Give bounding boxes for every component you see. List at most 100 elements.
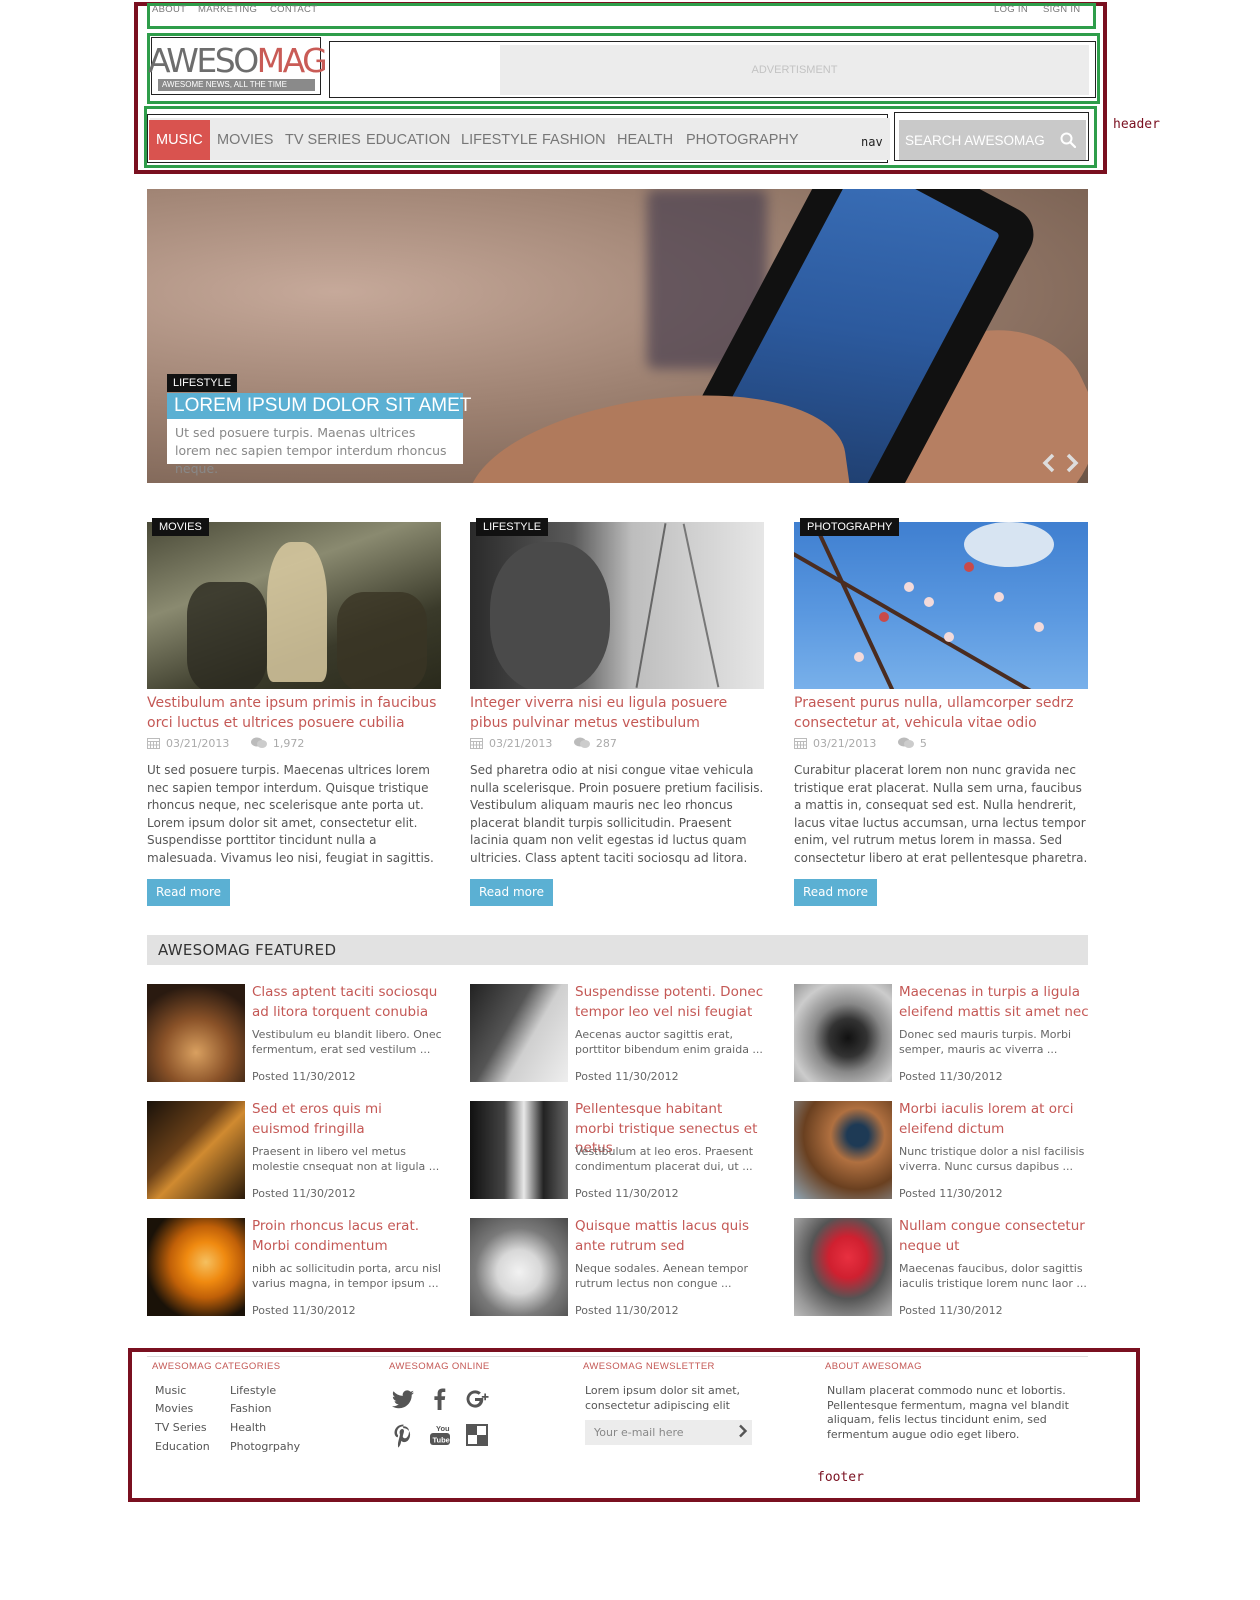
slider-next-icon[interactable] bbox=[1065, 453, 1079, 473]
featured-date: Posted 11/30/2012 bbox=[575, 1304, 679, 1317]
featured-title[interactable]: Nullam congue consectetur neque ut bbox=[899, 1217, 1089, 1256]
google-plus-icon[interactable] bbox=[464, 1386, 490, 1412]
footer-category-link[interactable]: Education bbox=[155, 1440, 210, 1453]
featured-title[interactable]: Morbi iaculis lorem at orci eleifend dic… bbox=[899, 1100, 1089, 1139]
article-category-badge[interactable]: LIFESTYLE bbox=[476, 518, 549, 536]
nav-annotation-label: nav bbox=[861, 135, 883, 149]
article-image-lifestyle[interactable] bbox=[470, 522, 764, 689]
nav-item-movies[interactable]: MOVIES bbox=[217, 120, 273, 160]
hero-category-badge[interactable]: LIFESTYLE bbox=[167, 374, 238, 392]
read-more-button[interactable]: Read more bbox=[470, 879, 554, 906]
twitter-icon[interactable] bbox=[390, 1386, 416, 1412]
featured-date: Posted 11/30/2012 bbox=[899, 1187, 1003, 1200]
article-image-movies[interactable] bbox=[147, 522, 441, 689]
search-icon[interactable] bbox=[1060, 132, 1076, 148]
delicious-icon[interactable] bbox=[464, 1422, 490, 1448]
featured-excerpt: Donec sed mauris turpis. Morbi semper, m… bbox=[899, 1028, 1072, 1056]
nav-item-health[interactable]: HEALTH bbox=[617, 120, 673, 160]
featured-excerpt: nibh ac sollicitudin porta, arcu nisl va… bbox=[252, 1262, 441, 1290]
footer-category-link[interactable]: Health bbox=[230, 1421, 266, 1434]
footer-category-link[interactable]: Lifestyle bbox=[230, 1384, 276, 1397]
newsletter-email-input[interactable] bbox=[585, 1420, 733, 1445]
facebook-icon[interactable] bbox=[427, 1386, 453, 1412]
featured-title[interactable]: Quisque mattis lacus quis ante rutrum se… bbox=[575, 1217, 765, 1256]
featured-excerpt: Nunc tristique dolor a nisl facilisis vi… bbox=[899, 1145, 1085, 1173]
footer-category-link[interactable]: TV Series bbox=[155, 1421, 207, 1434]
article-meta: 03/21/2013 287 bbox=[470, 737, 617, 753]
top-link-contact[interactable]: CONTACT bbox=[270, 4, 317, 15]
logo-wordmark-part2: MAG bbox=[256, 41, 328, 80]
comments-icon bbox=[897, 737, 914, 748]
pinterest-icon[interactable] bbox=[390, 1422, 416, 1448]
article-date: 03/21/2013 bbox=[813, 737, 877, 750]
search-input[interactable] bbox=[899, 120, 1049, 160]
featured-title[interactable]: Suspendisse potenti. Donec tempor leo ve… bbox=[575, 983, 765, 1022]
youtube-icon[interactable]: You Tube bbox=[427, 1422, 453, 1448]
featured-title[interactable]: Maecenas in turpis a ligula eleifend mat… bbox=[899, 983, 1089, 1022]
featured-date: Posted 11/30/2012 bbox=[252, 1070, 356, 1083]
article-excerpt: Sed pharetra odio at nisi congue vitae v… bbox=[470, 763, 764, 865]
footer-newsletter-heading: AWESOMAG NEWSLETTER bbox=[583, 1361, 715, 1372]
featured-date: Posted 11/30/2012 bbox=[252, 1304, 356, 1317]
article-category-badge[interactable]: PHOTOGRAPHY bbox=[800, 518, 900, 536]
calendar-icon bbox=[794, 738, 807, 749]
nav-item-lifestyle[interactable]: LIFESTYLE bbox=[461, 120, 538, 160]
top-link-marketing[interactable]: MARKETING bbox=[198, 4, 257, 15]
featured-title[interactable]: Sed et eros quis mi euismod fringilla bbox=[252, 1100, 442, 1139]
calendar-icon bbox=[147, 738, 160, 749]
featured-title[interactable]: Class aptent taciti sociosqu ad litora t… bbox=[252, 983, 442, 1022]
featured-thumbnail[interactable] bbox=[147, 984, 245, 1082]
footer-about-heading: ABOUT AWESOMAG bbox=[825, 1361, 922, 1372]
featured-thumbnail[interactable] bbox=[794, 984, 892, 1082]
read-more-button[interactable]: Read more bbox=[147, 879, 231, 906]
footer-divider bbox=[147, 1356, 1088, 1357]
article-meta: 03/21/2013 5 bbox=[794, 737, 927, 753]
footer-about-text: Nullam placerat commodo nunc et lobortis… bbox=[827, 1384, 1069, 1441]
featured-thumbnail[interactable] bbox=[147, 1101, 245, 1199]
header-annotation-label: header bbox=[1113, 117, 1160, 132]
nav-item-music[interactable]: MUSIC bbox=[149, 120, 210, 160]
featured-date: Posted 11/30/2012 bbox=[575, 1070, 679, 1083]
article-title[interactable]: Praesent purus nulla, ullamcorper sedrz … bbox=[794, 693, 1088, 733]
featured-title[interactable]: Proin rhoncus lacus erat. Morbi condimen… bbox=[252, 1217, 442, 1256]
logo-tagline: AWESOME NEWS, ALL THE TIME bbox=[158, 79, 315, 91]
site-logo[interactable]: AWESOMAG bbox=[148, 41, 328, 81]
footer-online-heading: AWESOMAG ONLINE bbox=[389, 1361, 490, 1372]
featured-thumbnail[interactable] bbox=[470, 1218, 568, 1316]
footer-category-link[interactable]: Movies bbox=[155, 1402, 193, 1415]
comments-icon bbox=[250, 737, 267, 748]
calendar-icon bbox=[470, 738, 483, 749]
featured-date: Posted 11/30/2012 bbox=[252, 1187, 356, 1200]
featured-thumbnail[interactable] bbox=[470, 984, 568, 1082]
sign-in-link[interactable]: SIGN IN bbox=[1043, 4, 1080, 15]
comments-icon bbox=[573, 737, 590, 748]
featured-heading: AWESOMAG FEATURED bbox=[158, 941, 337, 959]
log-in-link[interactable]: LOG IN bbox=[994, 4, 1028, 15]
chevron-right-icon bbox=[738, 1424, 747, 1438]
featured-thumbnail[interactable] bbox=[470, 1101, 568, 1199]
nav-item-photography[interactable]: PHOTOGRAPHY bbox=[686, 120, 799, 160]
advertisement-label: ADVERTISMENT bbox=[751, 64, 838, 76]
nav-item-tv-series[interactable]: TV SERIES bbox=[285, 120, 361, 160]
featured-thumbnail[interactable] bbox=[794, 1218, 892, 1316]
featured-excerpt: Aecenas auctor sagittis erat, porttitor … bbox=[575, 1028, 763, 1056]
featured-thumbnail[interactable] bbox=[794, 1101, 892, 1199]
newsletter-submit-button[interactable] bbox=[733, 1420, 752, 1445]
top-link-about[interactable]: ABOUT bbox=[152, 4, 186, 15]
article-category-badge[interactable]: MOVIES bbox=[152, 518, 209, 536]
article-title[interactable]: Integer viverra nisi eu ligula posuere p… bbox=[470, 693, 764, 733]
read-more-button[interactable]: Read more bbox=[794, 879, 878, 906]
featured-excerpt: Vestibulum eu blandit libero. Onec ferme… bbox=[252, 1028, 442, 1056]
hero-title[interactable]: LOREM IPSUM DOLOR SIT AMET bbox=[167, 393, 471, 419]
article-image-photography[interactable] bbox=[794, 522, 1088, 689]
featured-thumbnail[interactable] bbox=[147, 1218, 245, 1316]
featured-excerpt: Maecenas faucibus, dolor sagittis iaculi… bbox=[899, 1262, 1087, 1290]
article-title[interactable]: Vestibulum ante ipsum primis in faucibus… bbox=[147, 693, 441, 733]
nav-item-fashion[interactable]: FASHION bbox=[542, 120, 606, 160]
nav-item-education[interactable]: EDUCATION bbox=[366, 120, 450, 160]
slider-prev-icon[interactable] bbox=[1042, 453, 1056, 473]
article-date: 03/21/2013 bbox=[166, 737, 230, 750]
footer-category-link[interactable]: Music bbox=[155, 1384, 186, 1397]
footer-category-link[interactable]: Fashion bbox=[230, 1402, 272, 1415]
footer-category-link[interactable]: Photogrpahy bbox=[230, 1440, 300, 1453]
